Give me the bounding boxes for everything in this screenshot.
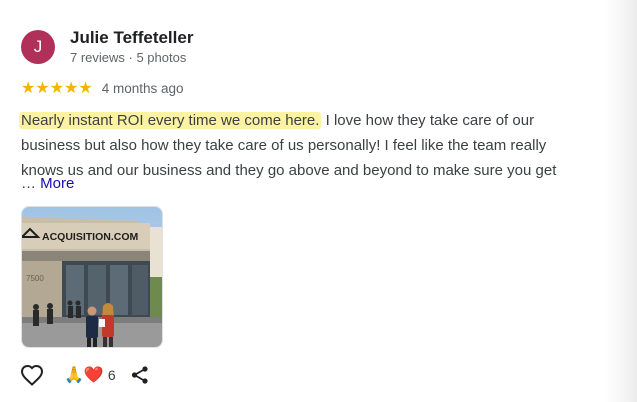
review-card: J Julie Teffeteller 7 reviews · 5 photos… bbox=[0, 0, 605, 402]
avatar[interactable]: J bbox=[21, 30, 55, 64]
star-rating: ★★★★★ bbox=[21, 80, 93, 97]
reaction-count: 6 bbox=[107, 367, 116, 383]
review-photo[interactable]: ACQUISITION.COM 7500 bbox=[21, 206, 163, 348]
heart-outline-icon[interactable] bbox=[20, 364, 44, 386]
reaction-emojis-icon: 🙏❤️ bbox=[64, 367, 104, 384]
more-link[interactable]: More bbox=[40, 175, 74, 192]
reactions-button[interactable]: 🙏❤️ 6 bbox=[64, 365, 130, 385]
building-sign: ACQUISITION.COM bbox=[42, 231, 139, 243]
highlighted-phrase: Nearly instant ROI every time we come he… bbox=[19, 112, 322, 129]
ellipsis: … bbox=[21, 175, 36, 192]
reviewer-meta: 7 reviews · 5 photos bbox=[70, 50, 187, 65]
share-icon[interactable] bbox=[130, 365, 150, 385]
review-time: 4 months ago bbox=[101, 80, 184, 96]
more-row: … More bbox=[21, 175, 74, 192]
building-number: 7500 bbox=[26, 274, 44, 283]
page-edge-shadow bbox=[605, 0, 637, 402]
review-text: Nearly instant ROI every time we come he… bbox=[19, 108, 586, 183]
rating-row: ★★★★★ 4 months ago bbox=[21, 78, 184, 98]
building-photo-image: ACQUISITION.COM 7500 bbox=[22, 207, 162, 347]
reviewer-name[interactable]: Julie Teffeteller bbox=[70, 28, 193, 48]
action-bar: 🙏❤️ 6 bbox=[20, 364, 150, 386]
